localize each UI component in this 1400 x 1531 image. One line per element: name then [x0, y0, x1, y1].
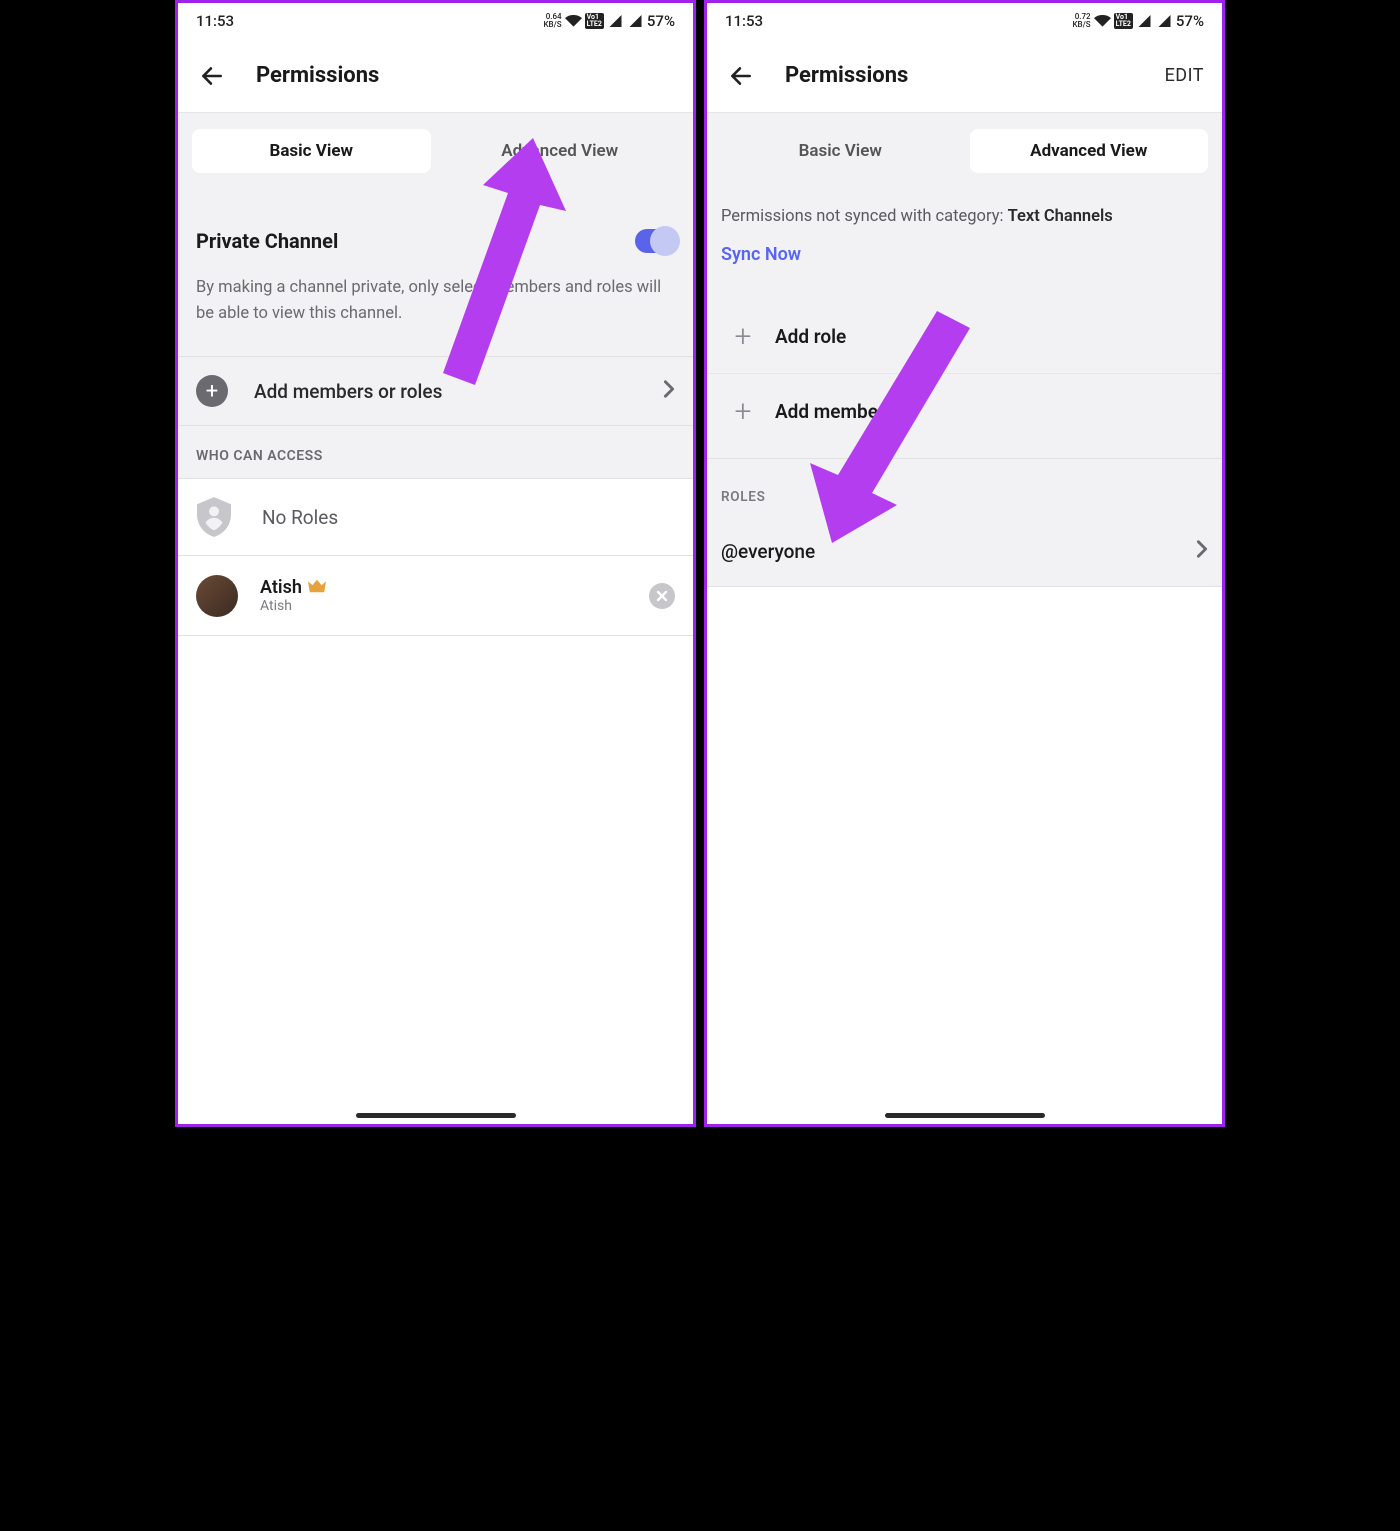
signal-icon-2	[1156, 15, 1173, 27]
roles-header: ROLES	[707, 458, 1222, 517]
lte-badge-1: Vo1LTE2	[585, 13, 604, 29]
no-roles-row: No Roles	[178, 478, 693, 556]
arrow-left-icon	[728, 63, 754, 89]
view-tabs: Basic View Advanced View	[178, 113, 693, 189]
member-subname: Atish	[260, 598, 326, 614]
phone-right: 11:53 0.72KB/S Vo1LTE2 57% Permissions E…	[704, 0, 1225, 1127]
gesture-bar	[356, 1113, 516, 1118]
sync-prefix: Permissions not synced with category:	[721, 207, 1008, 226]
role-everyone-label: @everyone	[721, 540, 815, 563]
add-member-label: Add member	[775, 400, 885, 423]
chevron-right-icon	[663, 379, 675, 403]
sync-now-button[interactable]: Sync Now	[721, 244, 1208, 265]
edit-button[interactable]: EDIT	[1165, 65, 1210, 86]
close-icon	[656, 590, 668, 602]
page-title: Permissions	[256, 63, 379, 88]
signal-icon-1	[1136, 15, 1153, 27]
who-can-access-header: WHO CAN ACCESS	[178, 426, 693, 478]
private-channel-section: Private Channel By making a channel priv…	[178, 189, 693, 356]
net-speed-unit: KB/S	[544, 20, 562, 29]
remove-member-button[interactable]	[649, 583, 675, 609]
arrow-left-icon	[199, 63, 225, 89]
signal-icon-1	[607, 15, 624, 27]
add-role-button[interactable]: + Add role	[707, 299, 1222, 373]
app-bar: Permissions EDIT	[707, 39, 1222, 113]
private-channel-toggle[interactable]	[635, 229, 675, 253]
tab-advanced-view[interactable]: Advanced View	[441, 129, 680, 173]
plus-circle-icon: +	[196, 375, 228, 407]
add-role-label: Add role	[775, 325, 846, 348]
signal-icon-2	[627, 15, 644, 27]
tab-basic-view[interactable]: Basic View	[192, 129, 431, 173]
view-tabs: Basic View Advanced View	[707, 113, 1222, 189]
tab-advanced-view[interactable]: Advanced View	[970, 129, 1209, 173]
status-time: 11:53	[725, 12, 763, 30]
back-button[interactable]	[190, 54, 234, 98]
member-name: Atish	[260, 577, 302, 598]
battery-text: 57%	[647, 12, 675, 30]
wifi-icon	[565, 15, 582, 27]
sync-category: Text Channels	[1008, 207, 1113, 226]
avatar	[196, 575, 238, 617]
private-channel-description: By making a channel private, only select…	[196, 253, 675, 356]
member-row[interactable]: Atish Atish	[178, 556, 693, 636]
page-title: Permissions	[785, 63, 908, 88]
gesture-bar	[885, 1113, 1045, 1118]
battery-text: 57%	[1176, 12, 1204, 30]
lte-badge-1: Vo1LTE2	[1114, 13, 1133, 29]
add-members-roles-label: Add members or roles	[254, 380, 442, 403]
private-channel-label: Private Channel	[196, 229, 338, 253]
net-speed-unit: KB/S	[1073, 20, 1091, 29]
status-bar: 11:53 0.72KB/S Vo1LTE2 57%	[707, 3, 1222, 39]
back-button[interactable]	[719, 54, 763, 98]
no-roles-label: No Roles	[262, 506, 338, 529]
tab-basic-view[interactable]: Basic View	[721, 129, 960, 173]
shield-icon	[196, 497, 232, 537]
plus-icon: +	[721, 314, 765, 358]
phone-left: 11:53 0.64KB/S Vo1LTE2 57% Permissions B…	[175, 0, 696, 1127]
app-bar: Permissions	[178, 39, 693, 113]
plus-icon: +	[721, 389, 765, 433]
sync-notice: Permissions not synced with category: Te…	[707, 189, 1222, 273]
wifi-icon	[1094, 15, 1111, 27]
add-member-button[interactable]: + Add member	[707, 374, 1222, 448]
role-everyone[interactable]: @everyone	[707, 517, 1222, 587]
crown-icon	[308, 577, 326, 598]
status-time: 11:53	[196, 12, 234, 30]
add-members-roles-button[interactable]: + Add members or roles	[178, 356, 693, 426]
status-bar: 11:53 0.64KB/S Vo1LTE2 57%	[178, 3, 693, 39]
chevron-right-icon	[1196, 539, 1208, 564]
